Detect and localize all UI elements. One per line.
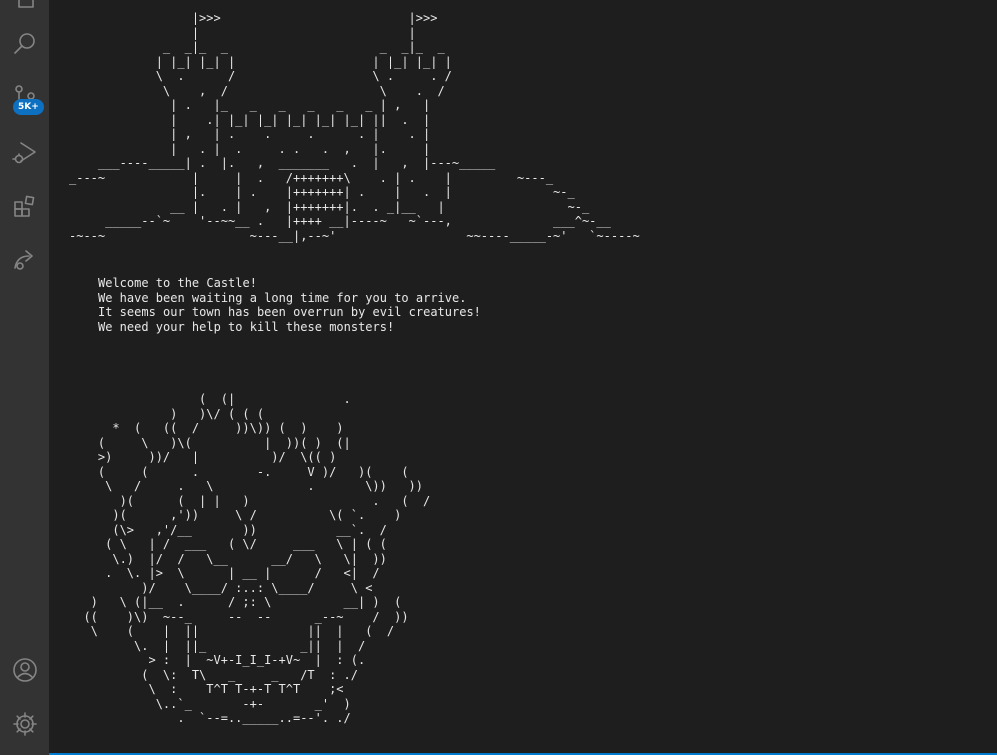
vscode-window: 5K+ |>>> |>>> | | _ _|_ _ _ _|_ _ | |_| … — [0, 0, 997, 755]
terminal-panel[interactable]: |>>> |>>> | | _ _|_ _ _ _|_ _ | |_| |_| … — [49, 0, 997, 755]
remote-button[interactable] — [0, 240, 49, 280]
welcome-message: Welcome to the Castle! We have been wait… — [98, 276, 481, 334]
remote-icon — [13, 250, 33, 270]
message-line: Welcome to the Castle! — [98, 276, 257, 290]
monster-ascii-art: ( (| . ) )\/ ( ( ( * ( (( / ))\)) ( ) ) … — [83, 392, 431, 725]
explorer-button[interactable] — [0, 0, 49, 18]
run-debug-button[interactable] — [0, 132, 49, 172]
source-control-badge: 5K+ — [13, 99, 44, 115]
activity-bar: 5K+ — [0, 0, 49, 755]
search-icon — [13, 33, 35, 54]
files-icon — [17, 0, 34, 8]
extensions-button[interactable] — [0, 187, 49, 227]
run-debug-icon — [11, 142, 36, 164]
account-icon — [12, 658, 37, 682]
extensions-icon — [13, 195, 34, 217]
message-line: We need your help to kill these monsters… — [98, 319, 395, 334]
message-line: It seems our town has been overrun by ev… — [98, 305, 481, 319]
accounts-button[interactable] — [0, 650, 49, 690]
castle-ascii-art: |>>> |>>> | | _ _|_ _ _ _|_ _ | |_| |_| … — [69, 11, 640, 243]
gear-icon — [12, 712, 37, 736]
manage-button[interactable] — [0, 704, 49, 744]
message-line: We have been waiting a long time for you… — [98, 290, 467, 305]
search-button[interactable] — [0, 24, 49, 64]
